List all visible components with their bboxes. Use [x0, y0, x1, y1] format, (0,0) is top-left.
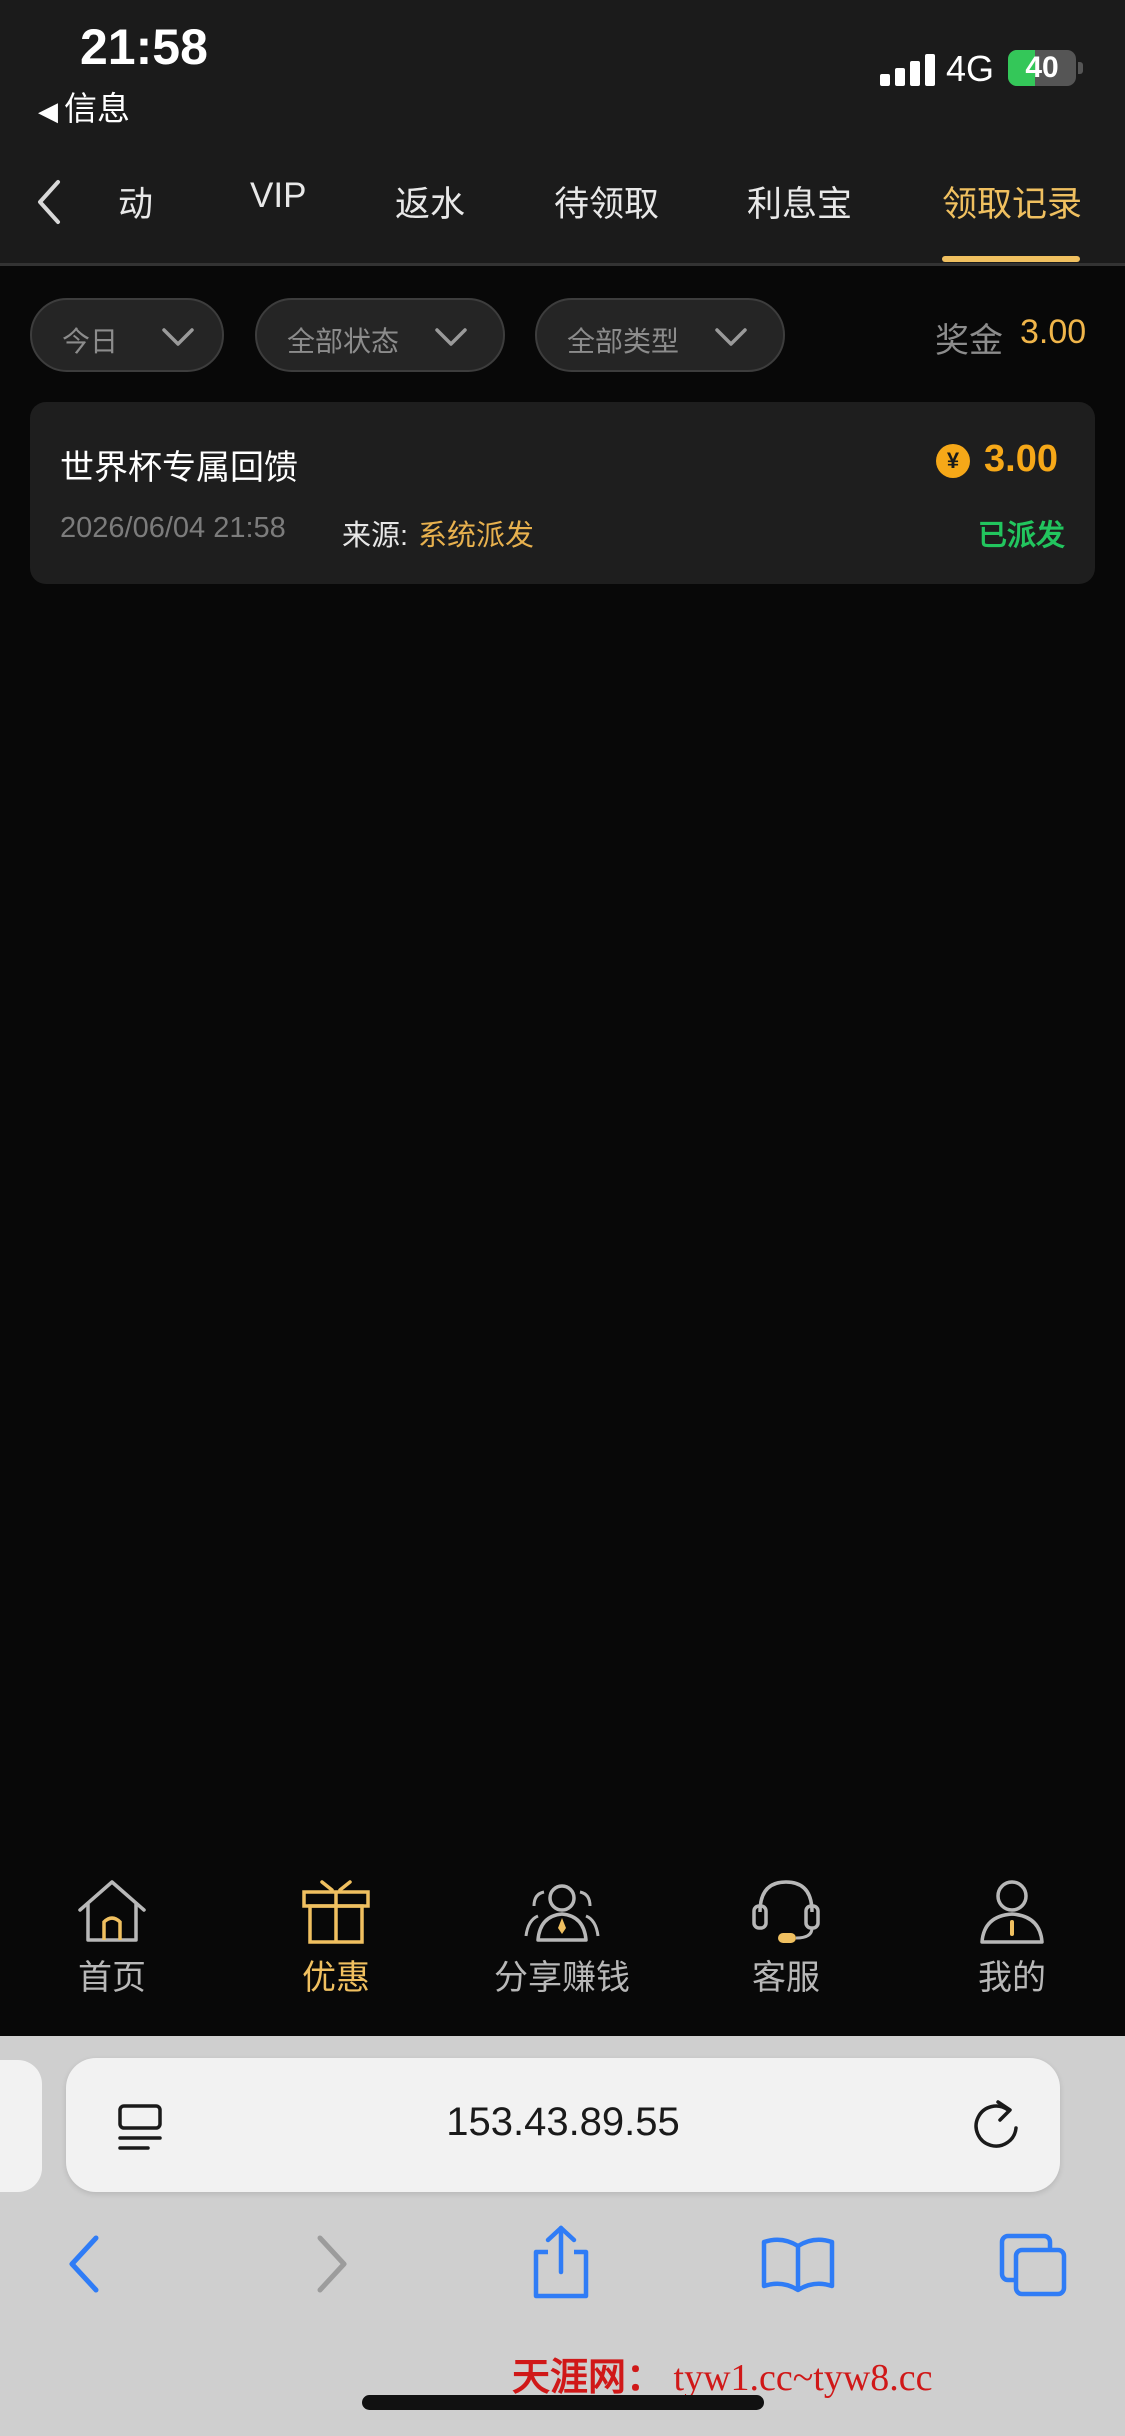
previous-tab-peek[interactable]: [0, 2060, 42, 2192]
back-app-label: 信息: [64, 90, 130, 127]
share-icon[interactable]: [528, 2224, 594, 2300]
nav-share-earn-label: 分享赚钱: [494, 1959, 630, 1997]
nav-promotions[interactable]: 优惠: [246, 1876, 426, 1999]
type-filter-dropdown[interactable]: 全部类型: [535, 298, 785, 372]
tab-claim-records[interactable]: 领取记录: [942, 176, 1082, 227]
tab-interest[interactable]: 利息宝: [747, 176, 852, 227]
nav-share-earn[interactable]: 分享赚钱: [472, 1876, 652, 1999]
share-earn-icon: [524, 1884, 600, 1942]
nav-promotions-label: 优惠: [302, 1959, 370, 1997]
back-triangle-icon: ◀: [38, 96, 58, 126]
back-to-app-link[interactable]: ◀ 信息: [38, 82, 130, 130]
type-filter-label: 全部类型: [567, 326, 680, 357]
chevron-down-icon: [715, 328, 747, 346]
record-card: 世界杯专属回馈 ¥ 3.00 2026/06/04 21:58 来源: 系统派发…: [30, 402, 1095, 584]
nav-home-label: 首页: [78, 1959, 146, 1997]
tab-rebate[interactable]: 返水: [395, 176, 465, 227]
bonus-total-value: 3.00: [1020, 313, 1087, 351]
user-icon: [980, 1880, 1044, 1944]
bottom-navigation: 首页 优惠 分享赚钱 客服 我的: [0, 1866, 1125, 2036]
reload-icon[interactable]: [968, 2098, 1024, 2154]
watermark-domains: tyw1.cc~tyw8.cc: [673, 2357, 933, 2399]
tab-pending[interactable]: 待领取: [554, 176, 659, 227]
category-tabs: 动 VIP 返水 待领取 利息宝 领取记录: [0, 140, 1125, 266]
record-source-label: 来源:: [342, 520, 409, 552]
tab-vip[interactable]: VIP: [250, 176, 306, 216]
headset-icon: [752, 1880, 820, 1943]
tabs-icon[interactable]: [998, 2232, 1070, 2300]
chevron-down-icon: [162, 328, 194, 346]
active-tab-indicator: [942, 256, 1080, 262]
record-status-badge: 已派发: [978, 520, 1066, 552]
home-icon: [78, 1880, 146, 1942]
date-filter-label: 今日: [62, 326, 119, 357]
coin-icon: ¥: [936, 444, 970, 478]
nav-support-label: 客服: [752, 1959, 820, 1997]
battery-icon: 40: [1008, 50, 1076, 86]
nav-profile-label: 我的: [978, 1959, 1046, 1997]
status-bar: 21:58 ◀ 信息 4G 40: [0, 0, 1125, 140]
nav-profile[interactable]: 我的: [922, 1876, 1102, 1999]
chevron-left-icon[interactable]: [30, 174, 70, 230]
status-filter-dropdown[interactable]: 全部状态: [255, 298, 505, 372]
record-datetime: 2026/06/04 21:58: [60, 512, 286, 544]
gift-icon: [302, 1880, 370, 1944]
browser-forward-icon[interactable]: [308, 2232, 352, 2296]
bookmarks-icon[interactable]: [760, 2234, 836, 2294]
watermark-brand: 天涯网：: [512, 2357, 665, 2399]
signal-icon: [880, 52, 936, 86]
date-filter-dropdown[interactable]: 今日: [30, 298, 224, 372]
battery-level: 40: [1025, 51, 1059, 84]
watermark: 天涯网： tyw1.cc~tyw8.cc: [512, 2346, 933, 2401]
nav-home[interactable]: 首页: [22, 1876, 202, 1999]
tab-activity[interactable]: 动: [118, 176, 153, 227]
bonus-total-label: 奖金: [935, 322, 1003, 360]
address-bar[interactable]: 153.43.89.55: [66, 2058, 1060, 2192]
nav-support[interactable]: 客服: [696, 1876, 876, 1999]
clock: 21:58: [80, 19, 208, 75]
battery-nub: [1078, 62, 1083, 74]
record-source: 系统派发: [418, 520, 535, 552]
home-indicator[interactable]: [362, 2395, 764, 2410]
record-amount: 3.00: [984, 438, 1058, 480]
network-type: 4G: [946, 48, 995, 89]
status-filter-label: 全部状态: [287, 326, 400, 357]
record-title: 世界杯专属回馈: [60, 449, 298, 487]
chevron-down-icon: [435, 328, 467, 346]
url-text: 153.43.89.55: [446, 2100, 680, 2144]
browser-back-icon[interactable]: [64, 2232, 108, 2296]
